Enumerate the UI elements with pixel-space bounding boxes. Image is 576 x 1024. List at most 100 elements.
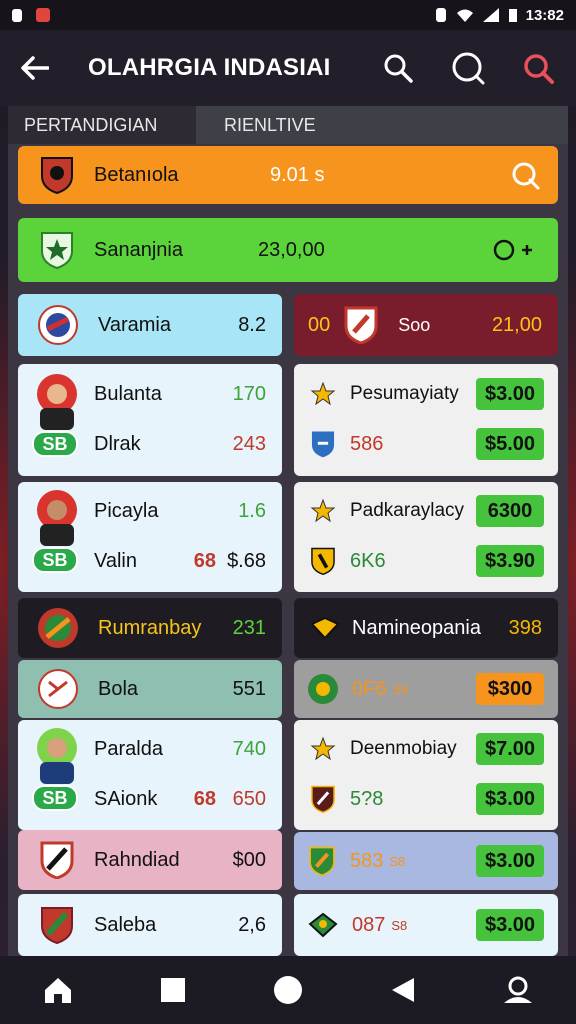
star-icon [310, 381, 336, 406]
price-button[interactable]: 6300 [476, 495, 544, 527]
team-name: Varamia [98, 313, 171, 336]
bet-sup: S8 [391, 917, 408, 933]
bet-name: Pesumayiaty [350, 383, 459, 404]
bet-card-deenmobiay[interactable]: Deenmobiay $7.00 5?8 $3.00 [294, 720, 558, 830]
price-button[interactable]: $3.00 [476, 378, 544, 410]
team-name: Rumranbay [98, 616, 202, 639]
signal-icon [482, 8, 499, 22]
nav-back-button[interactable] [379, 966, 427, 1014]
team-logo-icon [38, 669, 78, 709]
odds-value: 8.2 [238, 313, 266, 336]
bet-card-padkaraylacy[interactable]: Padkaraylacy 6300 6K6 $3.90 [294, 482, 558, 592]
bet-value: 087 [352, 913, 386, 936]
price-button[interactable]: $3.00 [476, 783, 544, 815]
match-row-soo[interactable]: 00 Soo 21,00 [294, 294, 558, 356]
vibrate-icon [435, 8, 446, 22]
back-button[interactable] [18, 51, 52, 85]
match-row-live[interactable]: Sananjnia 23,0,00 [18, 218, 558, 282]
team-logo-icon [38, 608, 78, 648]
price-button[interactable]: $5.00 [476, 428, 544, 460]
nav-home-button[interactable] [34, 966, 82, 1014]
player-name: Paralda [94, 737, 163, 760]
stat-value: 170 [232, 382, 266, 405]
odds-badge: 68 [193, 549, 216, 572]
section-header-rumranbay[interactable]: Rumranbay 231 [18, 598, 282, 658]
star-icon [310, 736, 336, 761]
team-logo-icon [38, 305, 78, 345]
chat-icon [512, 162, 540, 190]
match-row-bola[interactable]: Bola 551 [18, 660, 282, 718]
match-card-bulanta[interactable]: SB Bulanta 170 Dlrak 243 [18, 364, 282, 476]
nav-square-button[interactable] [149, 966, 197, 1014]
battery-icon [508, 9, 517, 22]
odds-value: 23,0,00 [258, 238, 325, 261]
match-row-featured[interactable]: Betanıola 9.01 s [18, 146, 558, 204]
match-row-varamia[interactable]: Varamia 8.2 [18, 294, 282, 356]
bet-value: 583 [350, 849, 384, 872]
triangle-back-icon [392, 978, 415, 1002]
crest-icon [308, 912, 338, 938]
chat-bubble-icon [452, 52, 485, 85]
odds-badge: 68 [193, 787, 216, 810]
team-shield-icon [41, 907, 73, 944]
team-shield-icon [40, 841, 74, 879]
bet-value: 0F6 [352, 677, 387, 700]
player-name: Picayla [94, 499, 159, 522]
app-header: OLAHRGIA INDASIAI [0, 30, 576, 106]
odds-value: 9.01 s [270, 163, 325, 186]
section-header-namineopania[interactable]: Namineopania 398 [294, 598, 558, 658]
price-button[interactable]: $3.90 [476, 545, 544, 577]
bet-sup: S8 [392, 681, 409, 697]
odds-value: $00 [232, 848, 266, 871]
stat-value: $.68 [227, 549, 266, 572]
match-row-saleba[interactable]: Saleba 2,6 [18, 894, 282, 956]
team-shield-icon [311, 431, 335, 458]
profile-icon [504, 976, 533, 1003]
bet-row-blue[interactable]: 583 S8 $3.00 [294, 832, 558, 890]
team-name: Bola [98, 677, 139, 700]
search-red-icon [524, 54, 554, 84]
square-icon [160, 978, 185, 1002]
team-shield-icon [311, 547, 335, 575]
home-icon [44, 978, 71, 1003]
match-card-paralda[interactable]: SB Paralda 740 SAionk 68 650 [18, 720, 282, 830]
match-row-rahndiad[interactable]: Rahndiad $00 [18, 830, 282, 890]
bet-name: Deenmobiay [350, 738, 457, 759]
team-name: Soo [398, 314, 431, 335]
odds-value: 2,6 [238, 913, 266, 936]
tab-pertandingan[interactable]: PERTANDIGIAN [8, 106, 196, 144]
star-shield-icon [41, 232, 73, 269]
bet-row-last[interactable]: 087 S8 $3.00 [294, 894, 558, 956]
price-button[interactable]: $3.00 [476, 845, 544, 877]
odds-label: 00 [308, 313, 331, 336]
nav-profile-button[interactable] [494, 966, 542, 1014]
odds-value: 231 [232, 616, 266, 639]
odds-value: 551 [232, 677, 266, 700]
page-title: OLAHRGIA INDASIAI [88, 54, 331, 81]
search-icon [384, 54, 413, 83]
price-button[interactable]: $7.00 [476, 733, 544, 765]
clock: 13:82 [525, 6, 564, 24]
nav-circle-button[interactable] [264, 966, 312, 1014]
bet-card-pesumayiaty[interactable]: Pesumayiaty $3.00 586 $5.00 [294, 364, 558, 476]
filter-search-button[interactable] [518, 48, 558, 88]
price-button[interactable]: $3.00 [476, 909, 544, 941]
notification-icon [12, 8, 22, 22]
bet-value: 586 [350, 432, 384, 455]
price-button[interactable]: $300 [476, 673, 544, 705]
bet-row-gray[interactable]: 0F6 S8 $300 [294, 660, 558, 718]
odds-value: 398 [508, 616, 542, 639]
team-name: Saleba [94, 913, 157, 936]
player-name: Valin [94, 549, 137, 572]
stat-value: 650 [232, 787, 266, 810]
bet-name: Padkaraylacy [350, 500, 465, 521]
match-card-picayla[interactable]: SB Picayla 1.6 Valin 68 $.68 [18, 482, 282, 592]
search-button[interactable] [378, 48, 418, 88]
stat-value: 740 [232, 737, 266, 760]
tab-bar: PERTANDIGIAN RIENLTIVE [8, 106, 568, 144]
bet-value: 5?8 [350, 787, 384, 810]
back-arrow-icon [21, 56, 49, 80]
chat-button[interactable] [448, 48, 488, 88]
team-name: Namineopania [352, 616, 481, 639]
tab-relative[interactable]: RIENLTIVE [196, 106, 568, 144]
